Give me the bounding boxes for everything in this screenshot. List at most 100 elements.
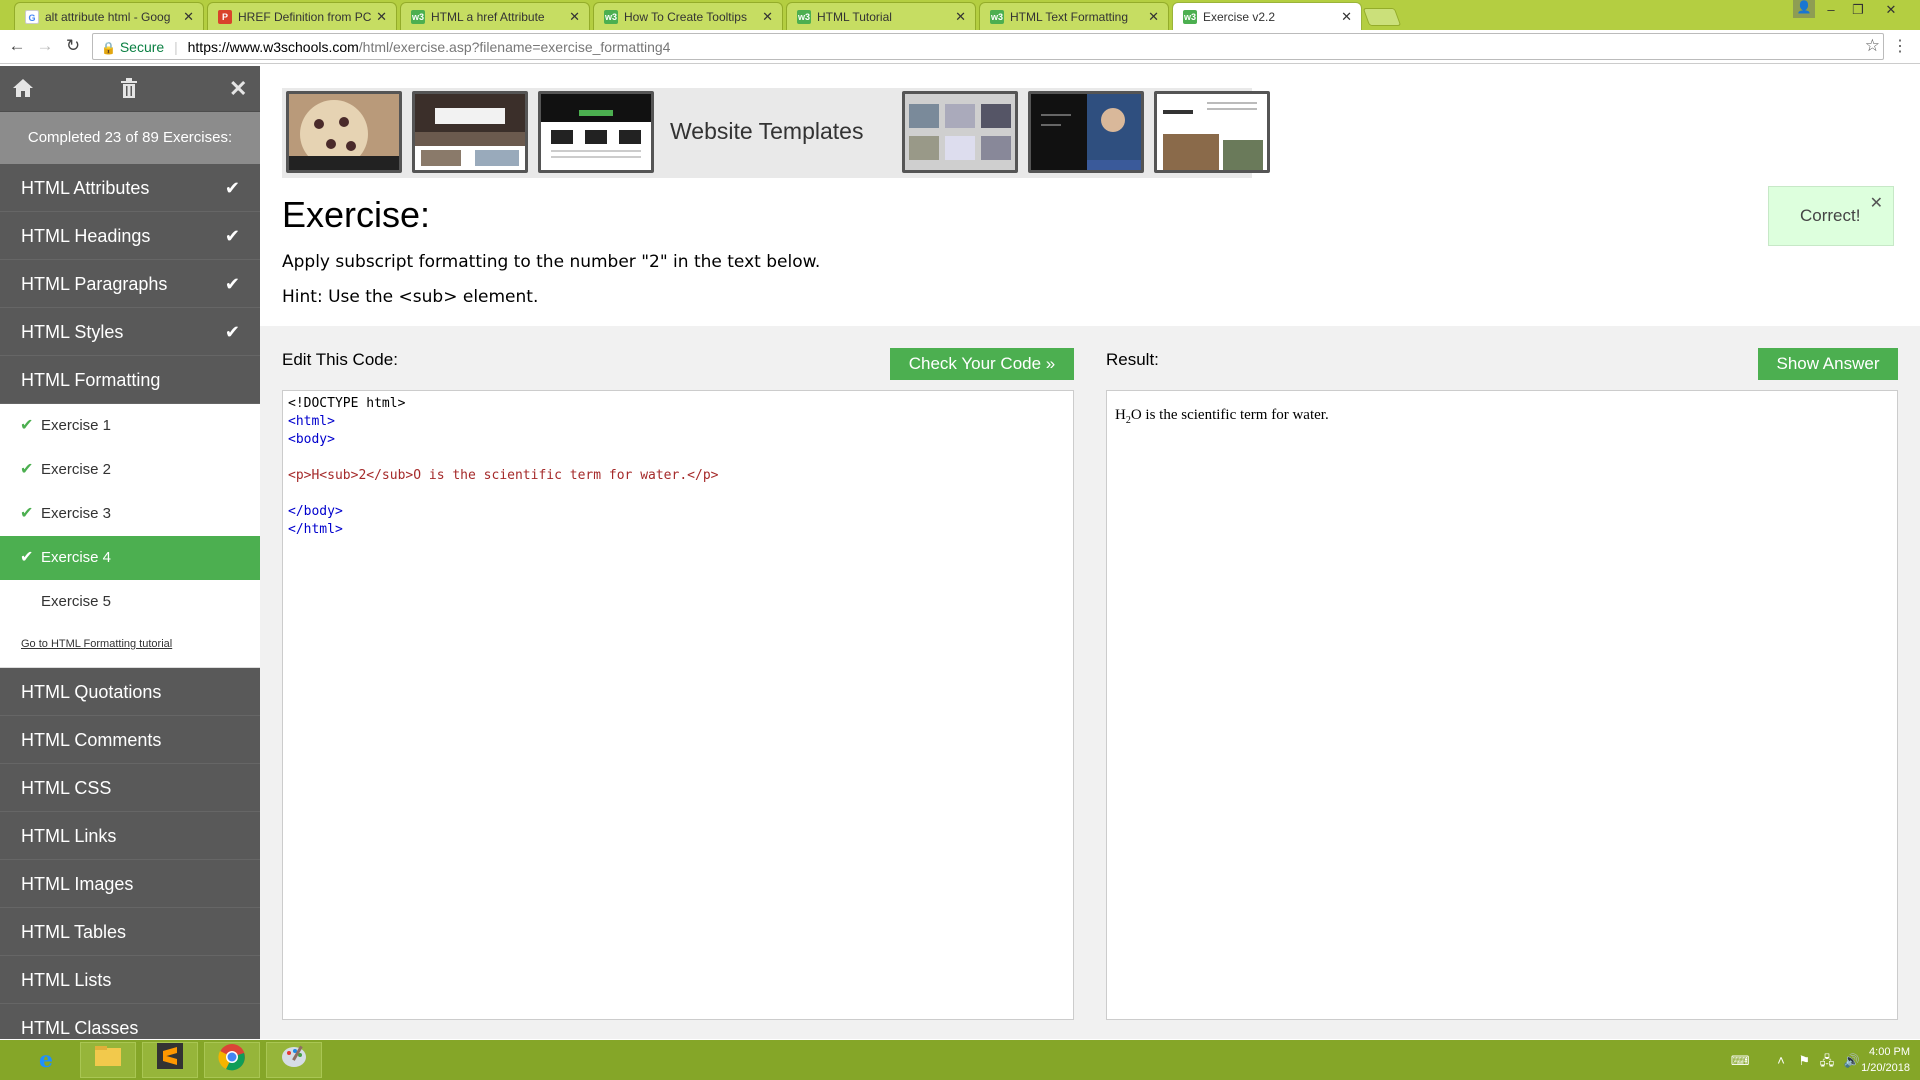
sidebar-item-label: HTML Classes bbox=[21, 1018, 139, 1038]
exercise-label: Exercise 2 bbox=[41, 461, 112, 478]
reload-icon[interactable]: ↻ bbox=[62, 36, 84, 56]
exercise-hint: Hint: Use the <sub> element. bbox=[282, 287, 539, 307]
sidebar-item-html-links[interactable]: HTML Links bbox=[0, 812, 260, 860]
browser-tab[interactable]: w3 HTML Text Formatting ✕ bbox=[979, 2, 1169, 30]
exercise-label: Exercise 3 bbox=[41, 505, 112, 522]
template-thumbnail[interactable] bbox=[902, 91, 1018, 173]
progress-label: Completed 23 of 89 Exercises: bbox=[0, 112, 260, 164]
exercise-item-3[interactable]: ✔ Exercise 3 bbox=[0, 492, 260, 536]
show-hidden-icons-icon[interactable]: ˄ bbox=[1777, 1053, 1785, 1068]
internet-explorer-icon[interactable]: e bbox=[18, 1042, 74, 1078]
window-close-icon[interactable]: ✕ bbox=[1880, 2, 1902, 20]
close-tab-icon[interactable]: ✕ bbox=[762, 9, 773, 25]
new-tab-button[interactable] bbox=[1362, 8, 1402, 26]
sidebar-item-html-quotations[interactable]: HTML Quotations bbox=[0, 668, 260, 716]
browser-tab[interactable]: G alt attribute html - Goog ✕ bbox=[14, 2, 204, 30]
flag-icon[interactable]: ⚑ bbox=[1798, 1053, 1810, 1068]
template-thumbnail[interactable] bbox=[286, 91, 402, 173]
separator: | bbox=[174, 39, 178, 55]
exercise-label: Exercise 5 bbox=[41, 593, 112, 610]
trash-icon[interactable] bbox=[120, 78, 138, 104]
browser-menu-icon[interactable]: ⋮ bbox=[1892, 36, 1908, 56]
template-thumbnail[interactable] bbox=[1154, 91, 1270, 173]
browser-tab-strip: G alt attribute html - Goog ✕ P HREF Def… bbox=[0, 0, 1920, 30]
tutorial-link[interactable]: Go to HTML Formatting tutorial bbox=[0, 624, 260, 668]
browser-tab[interactable]: w3 HTML a href Attribute ✕ bbox=[400, 2, 590, 30]
volume-icon[interactable]: 🔊 bbox=[1844, 1053, 1860, 1068]
code-editor[interactable]: <!DOCTYPE html><html><body>​<p>H<sub>2</… bbox=[283, 391, 1073, 543]
sidebar-item-label: HTML Paragraphs bbox=[21, 274, 168, 294]
home-icon[interactable] bbox=[12, 78, 34, 104]
sidebar-item-html-css[interactable]: HTML CSS bbox=[0, 764, 260, 812]
code-line: </html> bbox=[288, 522, 343, 537]
sidebar-item-html-headings[interactable]: HTML Headings ✔ bbox=[0, 212, 260, 260]
show-answer-button[interactable]: Show Answer bbox=[1758, 348, 1898, 380]
restore-icon[interactable]: ❐ bbox=[1847, 2, 1869, 20]
exercise-instruction: Apply subscript formatting to the number… bbox=[282, 252, 821, 272]
template-thumbnail[interactable] bbox=[412, 91, 528, 173]
check-icon: ✔ bbox=[224, 274, 240, 294]
network-icon[interactable]: 🖧 bbox=[1820, 1053, 1835, 1068]
browser-tab[interactable]: w3 HTML Tutorial ✕ bbox=[786, 2, 976, 30]
sidebar-item-label: HTML Attributes bbox=[21, 178, 150, 198]
sidebar-item-label: HTML Styles bbox=[21, 322, 124, 342]
sidebar-item-html-paragraphs[interactable]: HTML Paragraphs ✔ bbox=[0, 260, 260, 308]
address-bar[interactable]: 🔒 Secure | https://www.w3schools.com/htm… bbox=[92, 33, 1884, 60]
check-icon: ✔ bbox=[20, 417, 34, 434]
sidebar-item-html-tables[interactable]: HTML Tables bbox=[0, 908, 260, 956]
bookmark-star-icon[interactable]: ☆ bbox=[1865, 36, 1880, 56]
sublime-text-icon[interactable] bbox=[142, 1042, 198, 1078]
close-icon[interactable]: ✕ bbox=[1870, 193, 1883, 213]
result-panel: H2O is the scientific term for water. bbox=[1106, 390, 1898, 1020]
code-line: <p>H<sub>2</sub>O is the scientific term… bbox=[288, 468, 719, 483]
sidebar-item-label: HTML Links bbox=[21, 826, 117, 846]
exercise-item-1[interactable]: ✔ Exercise 1 bbox=[0, 404, 260, 448]
sidebar-item-html-styles[interactable]: HTML Styles ✔ bbox=[0, 308, 260, 356]
back-icon[interactable]: ← bbox=[6, 36, 28, 56]
exercise-item-4-current[interactable]: ✔ Exercise 4 bbox=[0, 536, 260, 580]
template-thumbnail[interactable] bbox=[538, 91, 654, 173]
code-line: <body> bbox=[288, 432, 335, 447]
code-line: <!DOCTYPE html> bbox=[288, 396, 406, 411]
check-icon: ✔ bbox=[20, 549, 34, 566]
sidebar-item-html-attributes[interactable]: HTML Attributes ✔ bbox=[0, 164, 260, 212]
check-icon: ✔ bbox=[224, 322, 240, 342]
code-editor-panel[interactable]: <!DOCTYPE html><html><body>​<p>H<sub>2</… bbox=[282, 390, 1074, 1020]
browser-tab-active[interactable]: w3 Exercise v2.2 ✕ bbox=[1172, 2, 1362, 30]
sidebar-item-label: HTML Quotations bbox=[21, 682, 162, 702]
template-thumbnail[interactable] bbox=[1028, 91, 1144, 173]
chrome-icon[interactable] bbox=[204, 1042, 260, 1078]
code-line: </body> bbox=[288, 504, 343, 519]
close-sidebar-icon[interactable]: ✕ bbox=[229, 76, 247, 102]
profile-icon[interactable]: 👤 bbox=[1793, 0, 1815, 18]
browser-tab[interactable]: P HREF Definition from PC ✕ bbox=[207, 2, 397, 30]
code-line: <html> bbox=[288, 414, 335, 429]
file-explorer-icon[interactable] bbox=[80, 1042, 136, 1078]
website-templates-label: Website Templates bbox=[670, 118, 864, 144]
correct-feedback: Correct! ✕ bbox=[1768, 186, 1894, 246]
close-tab-icon[interactable]: ✕ bbox=[955, 9, 966, 25]
close-tab-icon[interactable]: ✕ bbox=[183, 9, 194, 25]
exercise-label: Exercise 1 bbox=[41, 417, 112, 434]
keyboard-icon[interactable]: ⌨ bbox=[1731, 1053, 1750, 1068]
sidebar-item-html-classes[interactable]: HTML Classes bbox=[0, 1004, 260, 1039]
close-tab-icon[interactable]: ✕ bbox=[1341, 9, 1352, 25]
close-tab-icon[interactable]: ✕ bbox=[1148, 9, 1159, 25]
browser-tab[interactable]: w3 How To Create Tooltips ✕ bbox=[593, 2, 783, 30]
sidebar-item-html-images[interactable]: HTML Images bbox=[0, 860, 260, 908]
sidebar-item-html-lists[interactable]: HTML Lists bbox=[0, 956, 260, 1004]
close-tab-icon[interactable]: ✕ bbox=[569, 9, 580, 25]
forward-icon[interactable]: → bbox=[34, 36, 56, 56]
tab-title: alt attribute html - Goog bbox=[45, 10, 171, 24]
check-code-button[interactable]: Check Your Code » bbox=[890, 348, 1074, 380]
w3-icon: w3 bbox=[411, 10, 425, 24]
minimize-icon[interactable]: – bbox=[1820, 2, 1842, 20]
system-clock[interactable]: 4:00 PM 1/20/2018 bbox=[1861, 1044, 1910, 1076]
exercise-item-5[interactable]: Exercise 5 bbox=[0, 580, 260, 624]
sidebar-item-html-formatting[interactable]: HTML Formatting bbox=[0, 356, 260, 404]
paint-icon[interactable] bbox=[266, 1042, 322, 1078]
exercise-item-2[interactable]: ✔ Exercise 2 bbox=[0, 448, 260, 492]
sidebar-item-html-comments[interactable]: HTML Comments bbox=[0, 716, 260, 764]
close-tab-icon[interactable]: ✕ bbox=[376, 9, 387, 25]
website-templates-banner[interactable]: Website Templates bbox=[282, 88, 1270, 178]
